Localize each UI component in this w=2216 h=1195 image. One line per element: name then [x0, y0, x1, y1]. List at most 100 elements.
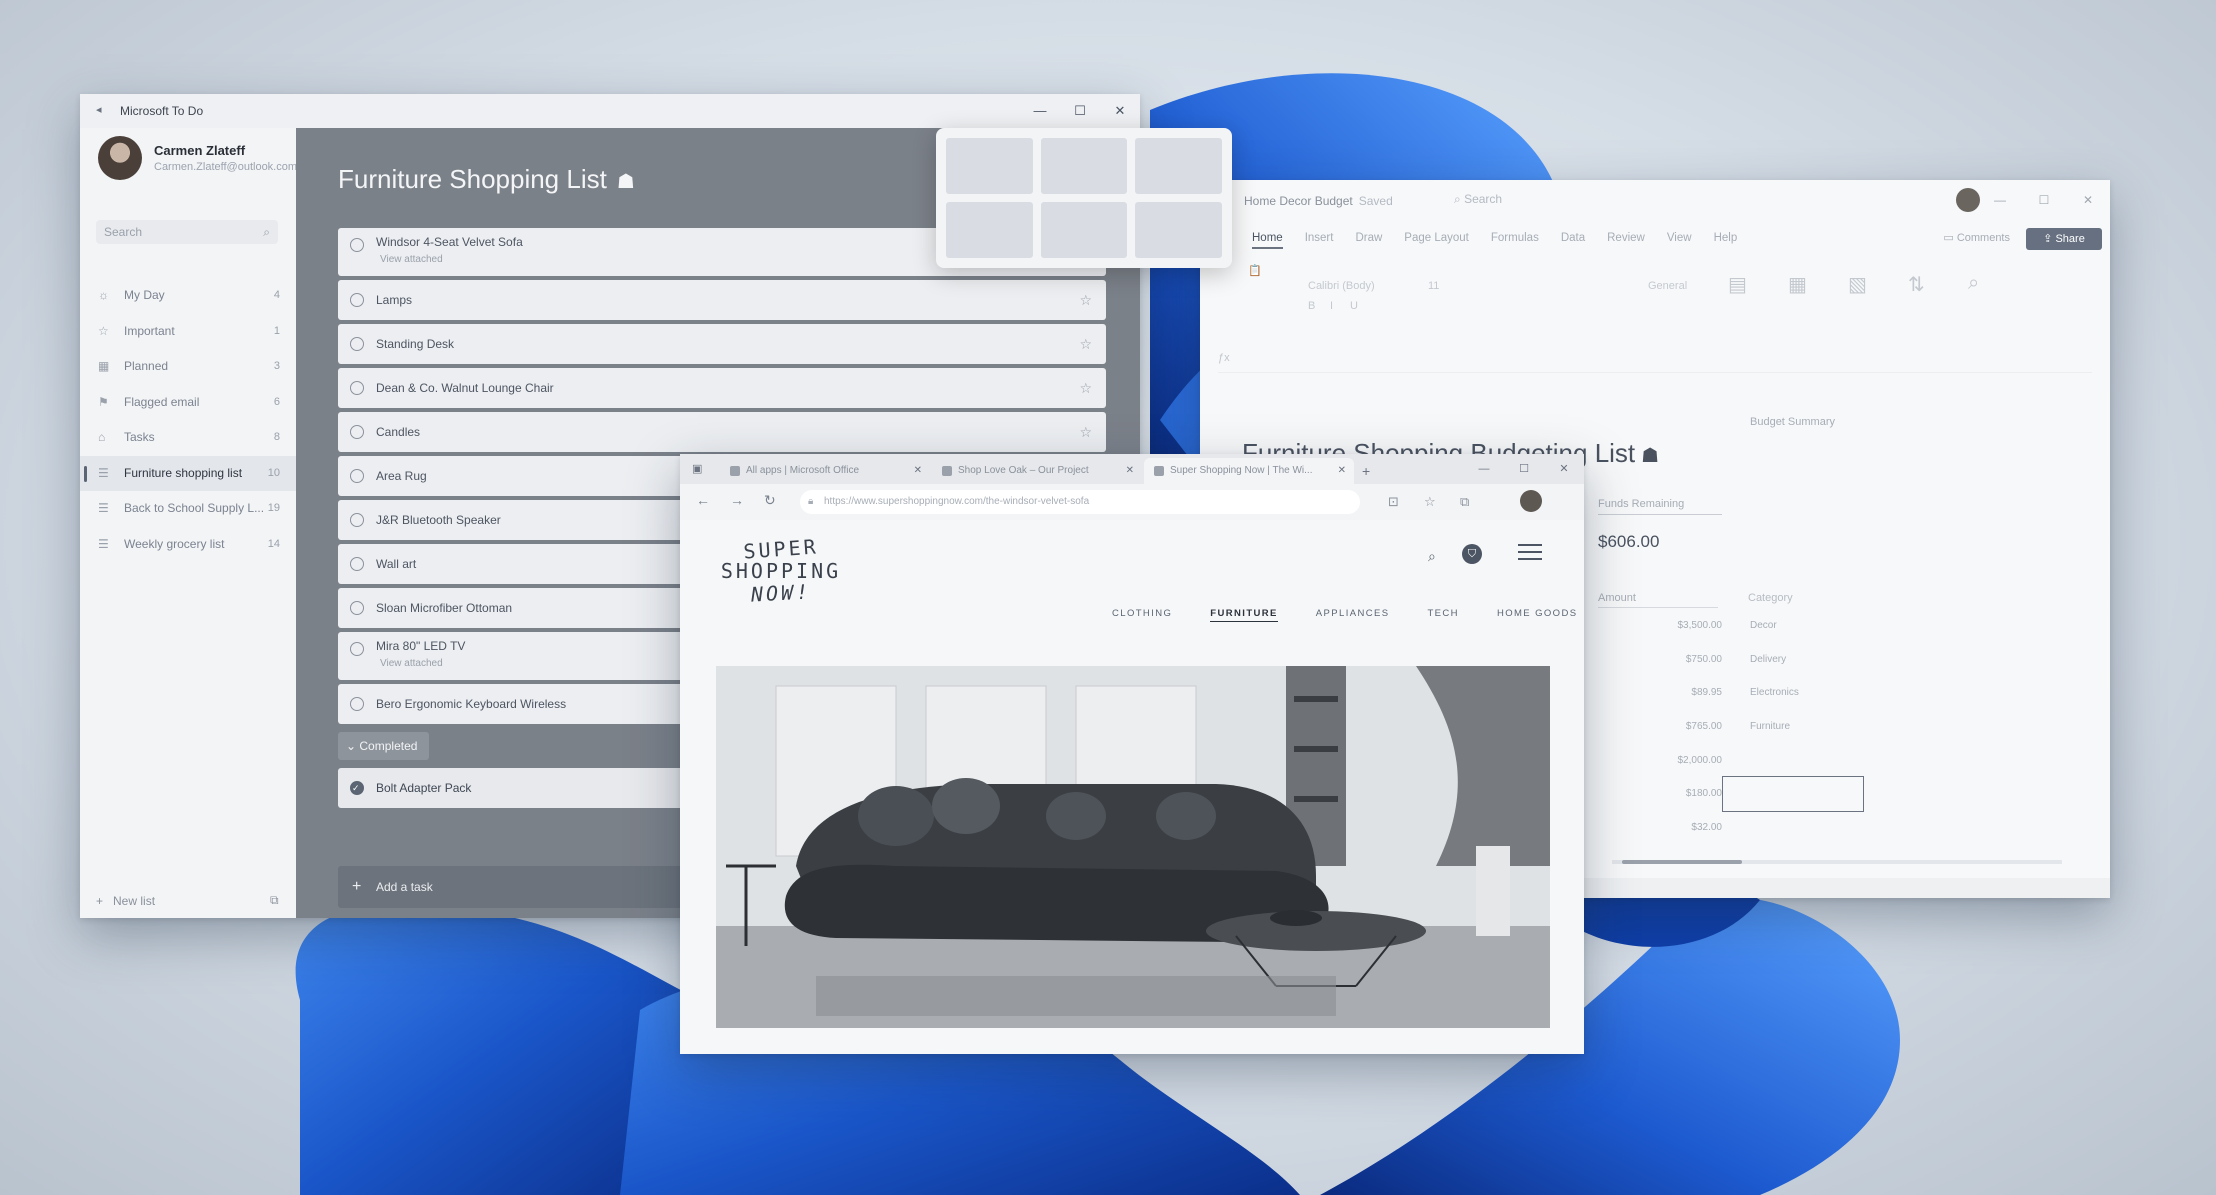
format-table-icon[interactable]: ▦	[1788, 272, 1807, 332]
nav-link-home-goods[interactable]: HOME GOODS	[1497, 608, 1578, 622]
snap-zone[interactable]	[946, 202, 1033, 258]
new-tab-icon[interactable]: +	[1362, 458, 1370, 484]
table-cell[interactable]: Decor	[1750, 620, 1799, 654]
sidebar-item-important[interactable]: ☆ Important 1	[80, 314, 296, 350]
search-icon[interactable]: ⌕	[1428, 548, 1436, 565]
cart-icon[interactable]: ⛉	[1462, 544, 1482, 564]
table-cell[interactable]: $750.00	[1598, 654, 1722, 688]
task-checkbox[interactable]	[350, 642, 364, 656]
reader-mode-icon[interactable]: ⊡	[1388, 494, 1399, 510]
user-profile[interactable]: Carmen Zlateff Carmen.Zlateff@outlook.co…	[98, 136, 297, 180]
share-list-icon[interactable]: ☗	[617, 171, 635, 193]
hamburger-menu-icon[interactable]	[1518, 544, 1542, 565]
tab-home[interactable]: Home	[1252, 232, 1283, 249]
snap-zone[interactable]	[946, 138, 1033, 194]
italic-icon[interactable]: I	[1330, 300, 1333, 360]
task-checkbox[interactable]	[350, 337, 364, 351]
share-button[interactable]: ⇪ Share	[2026, 228, 2102, 250]
tab-insert[interactable]: Insert	[1305, 232, 1334, 249]
browser-tab-active[interactable]: Super Shopping Now | The Wi... ✕	[1144, 458, 1354, 484]
task-checkbox[interactable]	[350, 293, 364, 307]
table-cell[interactable]: Electronics	[1750, 687, 1799, 721]
number-format-select[interactable]: General	[1648, 280, 1728, 340]
hero-image-sofa[interactable]	[716, 666, 1550, 1028]
tab-actions-icon[interactable]: ▣	[692, 462, 702, 475]
close-icon[interactable]: ✕	[1126, 458, 1134, 484]
snap-zone[interactable]	[1135, 202, 1222, 258]
back-icon[interactable]: ←	[696, 492, 710, 508]
funds-remaining-value[interactable]: $606.00	[1598, 532, 1659, 552]
browser-tab[interactable]: Shop Love Oak – Our Project ✕	[932, 458, 1142, 484]
sidebar-item-back-to-school[interactable]: ☰ Back to School Supply L... 19	[80, 491, 296, 527]
find-icon[interactable]: ⌕	[1968, 272, 1979, 332]
sort-filter-icon[interactable]: ⇅	[1908, 272, 1925, 332]
conditional-format-icon[interactable]: ▤	[1728, 272, 1747, 332]
star-icon[interactable]: ☆	[1079, 280, 1092, 320]
completed-section-toggle[interactable]: ⌄ Completed	[338, 732, 430, 760]
maximize-icon[interactable]: ☐	[1060, 94, 1100, 128]
refresh-icon[interactable]: ↻	[764, 492, 776, 509]
task-checkbox[interactable]	[350, 601, 364, 615]
new-group-icon[interactable]: ⧉	[270, 893, 279, 908]
task-checkbox[interactable]	[350, 697, 364, 711]
amount-column-header[interactable]: Amount	[1598, 592, 1718, 608]
sidebar-item-planned[interactable]: ▦ Planned 3	[80, 349, 296, 385]
sidebar-item-flagged-email[interactable]: ⚑ Flagged email 6	[80, 385, 296, 421]
star-icon[interactable]: ☆	[1079, 324, 1092, 364]
font-name-select[interactable]: Calibri (Body)	[1308, 280, 1428, 340]
avatar[interactable]	[1956, 188, 1980, 212]
close-icon[interactable]: ✕	[1338, 458, 1346, 484]
new-list-button[interactable]: + New list	[96, 894, 155, 908]
selected-cell[interactable]	[1722, 776, 1864, 812]
favorite-icon[interactable]: ☆	[1424, 494, 1436, 510]
list-item[interactable]: Dean & Co. Walnut Lounge Chair ☆	[338, 368, 1106, 408]
table-cell[interactable]: $89.95	[1598, 687, 1722, 721]
back-icon[interactable]: ◂	[96, 103, 108, 116]
nav-link-furniture[interactable]: FURNITURE	[1210, 608, 1278, 622]
table-cell[interactable]: Delivery	[1750, 654, 1799, 688]
task-checkbox[interactable]	[350, 238, 364, 252]
minimize-icon[interactable]: —	[1020, 94, 1060, 128]
site-logo[interactable]: SUPER SHOPPING NOW!	[716, 534, 846, 606]
task-checkbox[interactable]	[350, 469, 364, 483]
table-cell[interactable]: $765.00	[1598, 721, 1722, 755]
task-checkbox[interactable]	[350, 557, 364, 571]
font-size-select[interactable]: 11	[1428, 280, 1468, 340]
task-checkbox[interactable]	[350, 768, 364, 808]
snap-zone[interactable]	[1135, 138, 1222, 194]
browser-tab[interactable]: All apps | Microsoft Office ✕	[720, 458, 930, 484]
bold-icon[interactable]: B	[1308, 300, 1315, 360]
search-input[interactable]: ⌕ Search	[1454, 192, 1502, 207]
avatar[interactable]	[1520, 490, 1542, 512]
table-cell[interactable]: Furniture	[1750, 721, 1799, 755]
list-item[interactable]: Standing Desk ☆	[338, 324, 1106, 364]
tab-formulas[interactable]: Formulas	[1491, 232, 1539, 249]
table-cell[interactable]: $2,000.00	[1598, 755, 1723, 789]
star-icon[interactable]: ☆	[1079, 412, 1092, 452]
tab-view[interactable]: View	[1667, 232, 1692, 249]
sidebar-item-tasks[interactable]: ⌂ Tasks 8	[80, 420, 296, 456]
horizontal-scrollbar[interactable]	[1612, 860, 2062, 864]
task-checkbox[interactable]	[350, 381, 364, 395]
close-icon[interactable]: ✕	[1100, 94, 1140, 128]
close-icon[interactable]: ✕	[914, 458, 922, 484]
tab-help[interactable]: Help	[1714, 232, 1738, 249]
task-checkbox[interactable]	[350, 425, 364, 439]
sidebar-item-furniture-shopping-list[interactable]: ☰ Furniture shopping list 10	[80, 455, 296, 491]
minimize-icon[interactable]: —	[1464, 454, 1504, 484]
close-icon[interactable]: ✕	[2066, 180, 2110, 220]
snap-zone[interactable]	[1040, 202, 1128, 258]
paste-icon[interactable]: 📋	[1248, 264, 1298, 324]
tab-draw[interactable]: Draw	[1355, 232, 1382, 249]
forward-icon[interactable]: →	[730, 492, 744, 508]
table-cell[interactable]: $3,500.00	[1598, 620, 1723, 654]
category-column-header[interactable]: Category	[1748, 592, 1793, 604]
table-cell[interactable]: $32.00	[1598, 822, 1722, 856]
maximize-icon[interactable]: ☐	[1504, 454, 1544, 484]
collections-icon[interactable]: ⧉	[1460, 494, 1469, 510]
nav-link-appliances[interactable]: APPLIANCES	[1316, 608, 1390, 622]
list-item[interactable]: Candles ☆	[338, 412, 1106, 452]
maximize-icon[interactable]: ☐	[2022, 180, 2066, 220]
star-icon[interactable]: ☆	[1079, 368, 1092, 408]
url-input[interactable]: 🔒︎ https://www.supershoppingnow.com/the-w…	[800, 490, 1360, 514]
